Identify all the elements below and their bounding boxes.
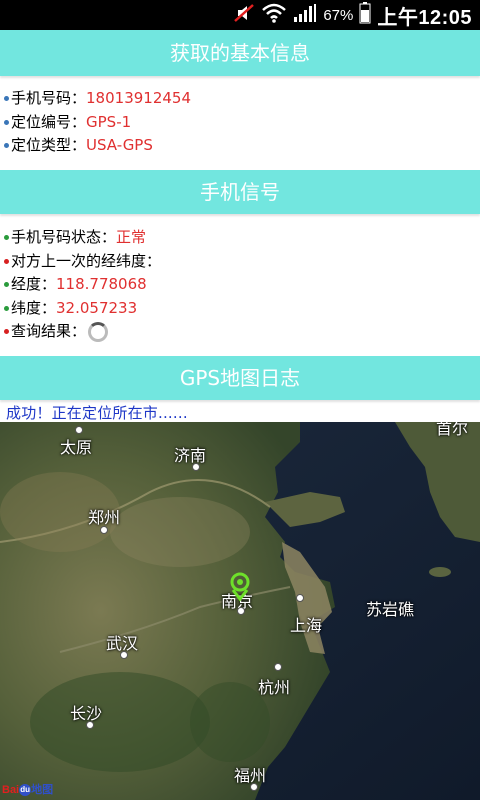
city-label-hangzhou: 杭州 — [258, 678, 291, 697]
battery-percent: 67% — [323, 6, 354, 24]
city-dot — [250, 783, 258, 791]
section-header-phone-signal: 手机信号 — [0, 170, 480, 214]
location-type-value: USA-GPS — [86, 136, 153, 154]
city-label-fuzhou: 福州 — [234, 766, 267, 785]
status-icons: 67% 上午12:05 — [233, 0, 472, 30]
city-label-suyanjiao: 苏岩礁 — [366, 600, 415, 619]
last-coordinates-label: 对方上一次的经纬度： — [11, 251, 162, 270]
loading-spinner-icon — [88, 321, 109, 342]
bullet-icon — [4, 305, 9, 311]
clock: 上午12:05 — [377, 6, 472, 29]
list-item: 查询结果： — [4, 320, 161, 344]
baidu-map-logo: Baidu地图 — [2, 781, 53, 797]
phone-status-label: 手机号码状态： — [11, 228, 117, 246]
logo-text-bai: Bai — [2, 784, 20, 796]
city-dot — [100, 526, 108, 534]
longitude-value: 118.778068 — [56, 275, 147, 293]
city-dot — [120, 651, 128, 659]
bullet-icon — [4, 96, 9, 102]
city-dot — [237, 607, 245, 615]
list-item: 对方上一次的经纬度： — [4, 250, 161, 274]
city-label-zhengzhou: 郑州 — [88, 508, 121, 527]
list-item: 手机号码： 18013912454 — [4, 87, 191, 111]
section-header-gps-log: GPS地图日志 — [0, 356, 480, 400]
basic-info-list: 手机号码： 18013912454 定位编号： GPS-1 定位类型： USA-… — [4, 87, 191, 158]
gps-log-text: 成功！正在定位所在市...... — [6, 404, 188, 422]
phone-number-value: 18013912454 — [86, 89, 191, 107]
location-type-label: 定位类型： — [11, 136, 87, 154]
city-label-changsha: 长沙 — [70, 704, 103, 723]
baidu-paw-icon: du — [19, 784, 32, 797]
city-dot — [192, 463, 200, 471]
battery-icon — [359, 1, 371, 29]
signal-info-list: 手机号码状态： 正常 对方上一次的经纬度： 经度： 118.778068 纬度：… — [4, 226, 161, 344]
city-label-jinan: 济南 — [174, 446, 207, 465]
list-item: 定位编号： GPS-1 — [4, 111, 191, 135]
query-result-label: 查询结果： — [11, 322, 87, 340]
signal-icon — [293, 3, 317, 28]
location-id-label: 定位编号： — [11, 112, 87, 131]
bullet-icon — [4, 329, 9, 335]
city-dot — [86, 721, 94, 729]
latitude-label: 纬度： — [11, 298, 57, 317]
city-label-seoul: 首尔 — [436, 422, 469, 438]
bullet-icon — [4, 258, 9, 264]
list-item: 纬度： 32.057233 — [4, 297, 161, 321]
bullet-icon — [4, 235, 9, 241]
city-label-shanghai: 上海 — [290, 616, 323, 635]
phone-number-label: 手机号码： — [11, 89, 87, 107]
list-item: 经度： 118.778068 — [4, 273, 161, 297]
bullet-icon — [4, 143, 9, 149]
phone-status-value: 正常 — [116, 228, 147, 246]
city-dot — [296, 594, 304, 602]
satellite-map[interactable]: 太原 济南 郑州 南京 上海 苏岩礁 武汉 杭州 长沙 福州 首尔 — [0, 422, 480, 800]
section-header-basic-info: 获取的基本信息 — [0, 30, 480, 76]
latitude-value: 32.057233 — [56, 298, 138, 317]
list-item: 手机号码状态： 正常 — [4, 226, 161, 250]
city-label-taiyuan: 太原 — [60, 438, 93, 457]
list-item: 定位类型： USA-GPS — [4, 134, 191, 158]
bullet-icon — [4, 282, 9, 288]
location-pin-icon[interactable] — [228, 572, 252, 602]
city-dot — [75, 426, 83, 434]
bullet-icon — [4, 119, 9, 125]
status-bar: 67% 上午12:05 — [0, 0, 480, 30]
logo-text-map: 地图 — [31, 784, 54, 796]
longitude-label: 经度： — [11, 275, 57, 293]
wifi-icon — [261, 3, 287, 28]
city-dot — [274, 663, 282, 671]
mute-icon — [233, 3, 255, 28]
location-id-value: GPS-1 — [86, 112, 132, 131]
